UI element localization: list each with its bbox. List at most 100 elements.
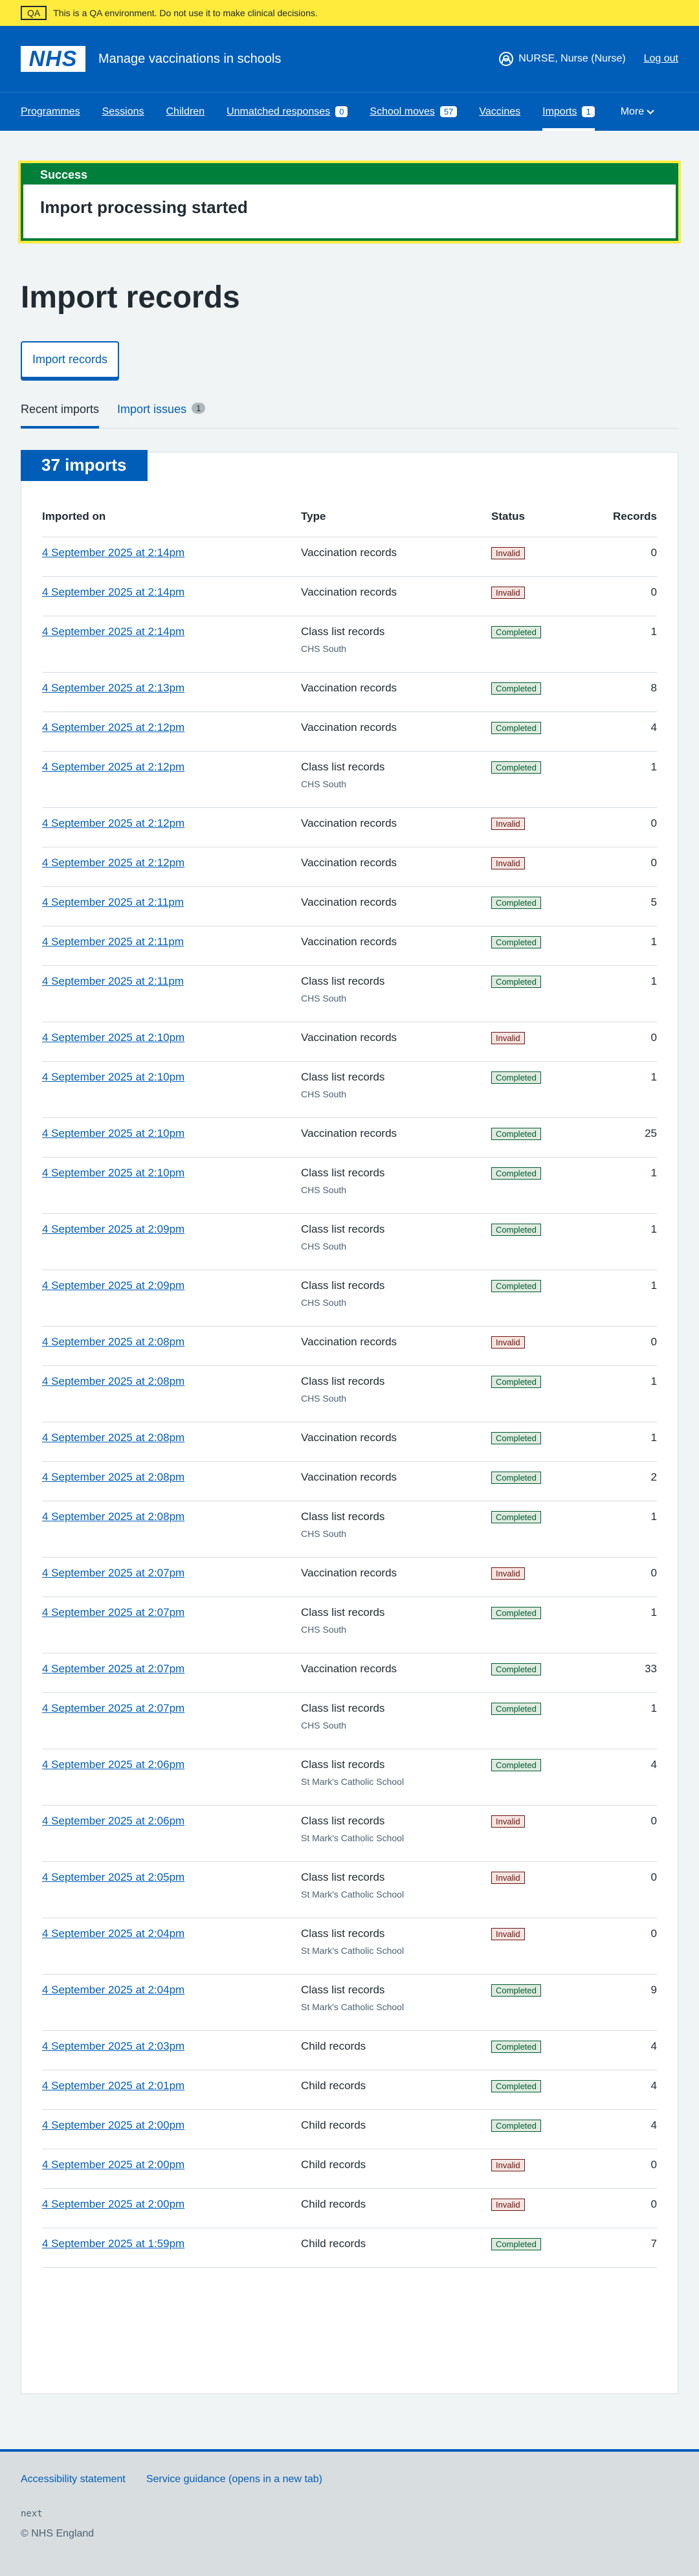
import-link[interactable]: 4 September 2025 at 2:12pm	[42, 817, 184, 829]
imported-on-cell: 4 September 2025 at 2:11pm	[42, 926, 301, 966]
nav-item-sessions[interactable]: Sessions	[102, 93, 144, 131]
import-link[interactable]: 4 September 2025 at 2:08pm	[42, 1510, 184, 1523]
nav-item-school-moves[interactable]: School moves 57	[370, 93, 458, 131]
import-records-button[interactable]: Import records	[21, 341, 120, 378]
import-link[interactable]: 4 September 2025 at 2:11pm	[42, 975, 184, 987]
import-location: CHS South	[301, 1240, 347, 1251]
import-type: Vaccination records	[301, 585, 397, 598]
nav-item-imports[interactable]: Imports 1	[542, 93, 595, 131]
column-header-status: Status	[491, 497, 579, 537]
imported-on-cell: 4 September 2025 at 2:10pm	[42, 1117, 301, 1158]
import-link[interactable]: 4 September 2025 at 2:13pm	[42, 682, 184, 694]
imported-on-cell: 4 September 2025 at 2:00pm	[42, 2149, 301, 2189]
import-link[interactable]: 4 September 2025 at 2:12pm	[42, 761, 184, 773]
nav-item-label: Sessions	[102, 106, 144, 117]
import-link[interactable]: 4 September 2025 at 2:07pm	[42, 1663, 184, 1675]
tab-label: Import issues	[117, 403, 187, 416]
import-link[interactable]: 4 September 2025 at 2:12pm	[42, 721, 184, 734]
type-cell: Vaccination records	[301, 1422, 491, 1462]
import-type: Class list records	[301, 1510, 385, 1523]
imported-on-cell: 4 September 2025 at 2:11pm	[42, 965, 301, 1022]
nav-item-unmatched-responses[interactable]: Unmatched responses 0	[227, 93, 348, 131]
tab-import-issues[interactable]: Import issues 1	[117, 401, 206, 428]
import-link[interactable]: 4 September 2025 at 2:06pm	[42, 1758, 184, 1771]
status-cell: Completed	[491, 1596, 579, 1653]
import-link[interactable]: 4 September 2025 at 2:07pm	[42, 1606, 184, 1618]
import-link[interactable]: 4 September 2025 at 2:04pm	[42, 1927, 184, 1940]
status-cell: Completed	[491, 2228, 579, 2268]
records-cell: 8	[579, 672, 657, 712]
status-cell: Completed	[491, 926, 579, 966]
type-cell: Vaccination records	[301, 1653, 491, 1693]
table-row: 4 September 2025 at 2:09pm Class list rec…	[42, 1270, 657, 1327]
import-link[interactable]: 4 September 2025 at 2:10pm	[42, 1031, 184, 1044]
records-cell: 4	[579, 2030, 657, 2070]
table-row: 4 September 2025 at 2:07pm Vaccination re…	[42, 1653, 657, 1693]
import-link[interactable]: 4 September 2025 at 1:59pm	[42, 2237, 184, 2250]
type-cell: Vaccination records	[301, 711, 491, 752]
service-guidance-link[interactable]: Service guidance (opens in a new tab)	[146, 2474, 322, 2485]
records-cell: 0	[579, 1805, 657, 1862]
nav-more-button[interactable]: More	[620, 106, 654, 118]
nav-item-programmes[interactable]: Programmes	[21, 93, 80, 131]
import-link[interactable]: 4 September 2025 at 2:03pm	[42, 2040, 184, 2052]
import-link[interactable]: 4 September 2025 at 2:08pm	[42, 1336, 184, 1348]
import-link[interactable]: 4 September 2025 at 2:00pm	[42, 2119, 184, 2131]
import-link[interactable]: 4 September 2025 at 2:14pm	[42, 625, 184, 638]
import-link[interactable]: 4 September 2025 at 2:14pm	[42, 586, 184, 598]
imported-on-cell: 4 September 2025 at 2:07pm	[42, 1653, 301, 1693]
nav-more-label: More	[620, 106, 645, 117]
logout-link[interactable]: Log out	[644, 53, 678, 65]
status-badge: Invalid	[491, 586, 525, 599]
import-link[interactable]: 4 September 2025 at 2:00pm	[42, 2158, 184, 2171]
type-cell: Vaccination records	[301, 847, 491, 887]
import-link[interactable]: 4 September 2025 at 2:11pm	[42, 935, 184, 948]
status-cell: Invalid	[491, 2188, 579, 2228]
import-link[interactable]: 4 September 2025 at 2:06pm	[42, 1815, 184, 1827]
user-name: NURSE, Nurse (Nurse)	[518, 53, 626, 64]
imported-on-cell: 4 September 2025 at 2:07pm	[42, 1692, 301, 1749]
status-cell: Completed	[491, 1365, 579, 1422]
import-link[interactable]: 4 September 2025 at 2:10pm	[42, 1167, 184, 1179]
tab-recent-imports[interactable]: Recent imports	[21, 401, 100, 429]
type-cell: Class list records CHS South	[301, 1501, 491, 1558]
import-link[interactable]: 4 September 2025 at 2:04pm	[42, 1984, 184, 1996]
type-cell: Class list records CHS South	[301, 1213, 491, 1270]
table-row: 4 September 2025 at 2:14pm Class list rec…	[42, 616, 657, 673]
import-link[interactable]: 4 September 2025 at 2:09pm	[42, 1279, 184, 1292]
imported-on-cell: 4 September 2025 at 2:12pm	[42, 807, 301, 847]
records-cell: 1	[579, 1692, 657, 1749]
imported-on-cell: 4 September 2025 at 2:05pm	[42, 1861, 301, 1918]
table-row: 4 September 2025 at 2:08pm Class list rec…	[42, 1501, 657, 1558]
imported-on-cell: 4 September 2025 at 2:12pm	[42, 711, 301, 752]
qa-banner: QA This is a QA environment. Do not use …	[0, 0, 699, 26]
import-link[interactable]: 4 September 2025 at 2:01pm	[42, 2079, 184, 2092]
import-link[interactable]: 4 September 2025 at 2:10pm	[42, 1071, 184, 1083]
imported-on-cell: 4 September 2025 at 2:04pm	[42, 1974, 301, 2031]
import-link[interactable]: 4 September 2025 at 2:08pm	[42, 1471, 184, 1483]
import-link[interactable]: 4 September 2025 at 2:07pm	[42, 1702, 184, 1714]
import-link[interactable]: 4 September 2025 at 2:05pm	[42, 1871, 184, 1883]
accessibility-statement-link[interactable]: Accessibility statement	[21, 2474, 126, 2485]
import-link[interactable]: 4 September 2025 at 2:07pm	[42, 1567, 184, 1579]
service-name[interactable]: Manage vaccinations in schools	[98, 52, 281, 67]
import-link[interactable]: 4 September 2025 at 2:10pm	[42, 1127, 184, 1139]
import-link[interactable]: 4 September 2025 at 2:12pm	[42, 857, 184, 869]
import-link[interactable]: 4 September 2025 at 2:14pm	[42, 546, 184, 559]
import-link[interactable]: 4 September 2025 at 2:00pm	[42, 2198, 184, 2210]
import-link[interactable]: 4 September 2025 at 2:09pm	[42, 1223, 184, 1235]
status-cell: Completed	[491, 1653, 579, 1693]
nhs-logo[interactable]: NHS	[21, 46, 85, 72]
tab-count-badge: 1	[192, 403, 206, 414]
nav-item-vaccines[interactable]: Vaccines	[479, 93, 520, 131]
import-link[interactable]: 4 September 2025 at 2:08pm	[42, 1375, 184, 1387]
status-badge: Invalid	[491, 1336, 525, 1349]
brand[interactable]: NHS Manage vaccinations in schools	[21, 46, 281, 72]
import-link[interactable]: 4 September 2025 at 2:08pm	[42, 1431, 184, 1444]
import-link[interactable]: 4 September 2025 at 2:11pm	[42, 896, 184, 908]
nav-item-children[interactable]: Children	[166, 93, 205, 131]
status-badge: Invalid	[491, 1927, 525, 1940]
import-type: Class list records	[301, 1870, 385, 1883]
imports-table-body: 4 September 2025 at 2:14pm Vaccination re…	[42, 537, 657, 2268]
records-cell: 0	[579, 537, 657, 577]
